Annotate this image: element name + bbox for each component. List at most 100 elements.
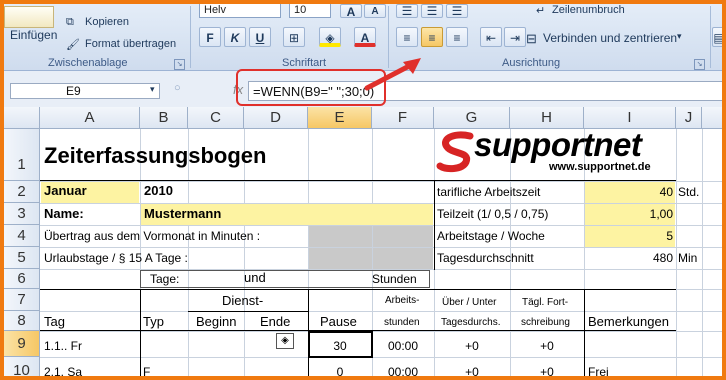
column-header-a[interactable]: A [40,107,140,129]
vacation-gray-fill [373,248,433,269]
general-format-icon[interactable]: ▤ [712,27,722,47]
vacation-gray-fill [309,248,372,269]
row10-tag[interactable]: 2.1. Sa [44,363,82,376]
row10-typ[interactable]: F [143,363,150,376]
format-painter-button[interactable]: Format übertragen [85,38,176,50]
row10-ueber[interactable]: +0 [434,363,510,376]
row9-ueber[interactable]: +0 [434,337,510,355]
row9-fort[interactable]: +0 [510,337,584,355]
wrap-text-button[interactable]: Zeilenumbruch [552,4,625,16]
warning-icon[interactable]: ◈ [276,333,294,349]
und-label: und [244,270,266,285]
merge-dropdown-icon[interactable]: ▾ [677,31,682,42]
column-header-k[interactable] [702,107,722,129]
row-header-9[interactable]: 9 [4,331,40,357]
row-header-3[interactable]: 3 [4,203,40,225]
formula-cancel-icon[interactable]: ○ [174,82,181,94]
row9-pause: 30 [333,339,347,353]
clipboard-group-label: Zwischenablage [48,57,128,69]
paste-button[interactable]: Einfügen [10,28,57,42]
name-box-dropdown-icon[interactable]: ▾ [150,84,155,95]
workdays-value[interactable]: 5 [585,227,673,245]
header-stunden: stunden [384,317,420,328]
tarif-label: tarifliche Arbeitszeit [437,185,541,199]
table-border [584,290,585,376]
year-value[interactable]: 2010 [144,182,173,200]
daily-avg-unit: Min [678,251,698,265]
wrap-text-icon: ↵ [536,5,546,17]
row10-bemerkung[interactable]: Frei [588,363,609,376]
column-header-e[interactable]: E [308,107,372,129]
month-label[interactable]: Januar [44,182,87,200]
increase-indent-icon[interactable]: ⇥ [504,27,526,47]
teilzeit-value[interactable]: 1,00 [585,205,673,223]
clipboard-launcher-icon[interactable]: ↘ [174,59,185,70]
decrease-indent-icon[interactable]: ⇤ [480,27,502,47]
sheet-title: Zeiterfassungsbogen [44,143,267,168]
table-border [188,311,308,312]
column-header-j[interactable]: J [676,107,702,129]
row-header-8[interactable]: 8 [4,311,40,331]
column-header-f[interactable]: F [372,107,434,129]
table-border [434,180,435,270]
carryover-gray-fill [373,226,433,247]
merge-center-button[interactable]: Verbinden und zentrieren [543,31,677,45]
header-schreibung: schreibung [521,317,570,328]
align-center-icon[interactable]: ≡ [421,27,443,47]
select-all-corner[interactable] [4,107,40,129]
column-header-c[interactable]: C [188,107,244,129]
column-header-d[interactable]: D [244,107,308,129]
header-taegl: Tägl. Fort- [522,297,569,308]
align-middle-icon[interactable]: ☰ [421,4,443,18]
workdays-label: Arbeitstage / Woche [437,229,545,243]
grid-line [676,129,677,376]
align-left-icon[interactable]: ≡ [396,27,418,47]
name-box[interactable]: E9 [10,83,160,99]
shrink-font-button[interactable]: A [364,4,386,18]
tarif-value[interactable]: 40 [585,183,673,201]
vacation-label: Urlaubstage / § 15 A Tage : [44,251,188,265]
copy-button[interactable]: Kopieren [85,16,129,28]
header-ueber: Über / Unter [442,297,497,308]
daily-avg-value: 480 [652,251,673,265]
font-name-input[interactable]: Helv [199,4,281,18]
paste-icon[interactable] [4,6,54,28]
row10-fort[interactable]: +0 [510,363,584,376]
font-size-input[interactable]: 10 [289,4,331,18]
merge-center-icon: ⊟ [526,31,537,46]
row9-tag[interactable]: 1.1.. Fr [44,337,82,355]
ribbon-separator [190,6,191,68]
grow-font-button[interactable]: A [340,4,362,19]
bold-button[interactable]: F [199,27,221,47]
row-header-1[interactable]: 1 [4,129,40,181]
row9-stunden[interactable]: 00:00 [372,337,434,355]
row-header-4[interactable]: 4 [4,225,40,247]
borders-icon[interactable]: ⊞ [283,27,305,47]
alignment-launcher-icon[interactable]: ↘ [694,59,705,70]
fill-color-icon[interactable]: ◈ [319,27,341,47]
name-label: Name: [44,206,84,221]
alignment-group-label: Ausrichtung [502,57,561,69]
row10-stunden[interactable]: 00:00 [372,363,434,376]
row-header-5[interactable]: 5 [4,247,40,269]
days-label: Tage: [150,272,180,286]
table-border [40,289,676,290]
row-header-10[interactable]: 10 [4,357,40,376]
name-value[interactable]: Mustermann [144,205,221,223]
align-right-icon[interactable]: ≡ [446,27,468,47]
row-header-2[interactable]: 2 [4,181,40,203]
font-group-label: Schriftart [282,57,327,69]
header-dienst: Dienst- [222,293,264,308]
tarif-unit: Std. [678,185,700,199]
font-color-button[interactable]: A [354,27,376,47]
row-header-7[interactable]: 7 [4,289,40,311]
daily-avg-label: Tagesdurchschnitt [437,251,534,265]
row10-pause[interactable]: 0 [308,363,372,376]
grid-line [40,357,722,358]
align-top-icon[interactable]: ☰ [396,4,418,18]
underline-button[interactable]: U [249,27,271,47]
row-header-6[interactable]: 6 [4,269,40,289]
italic-button[interactable]: K [224,27,246,47]
column-header-b[interactable]: B [140,107,188,129]
align-bottom-icon[interactable]: ☰ [446,4,468,18]
